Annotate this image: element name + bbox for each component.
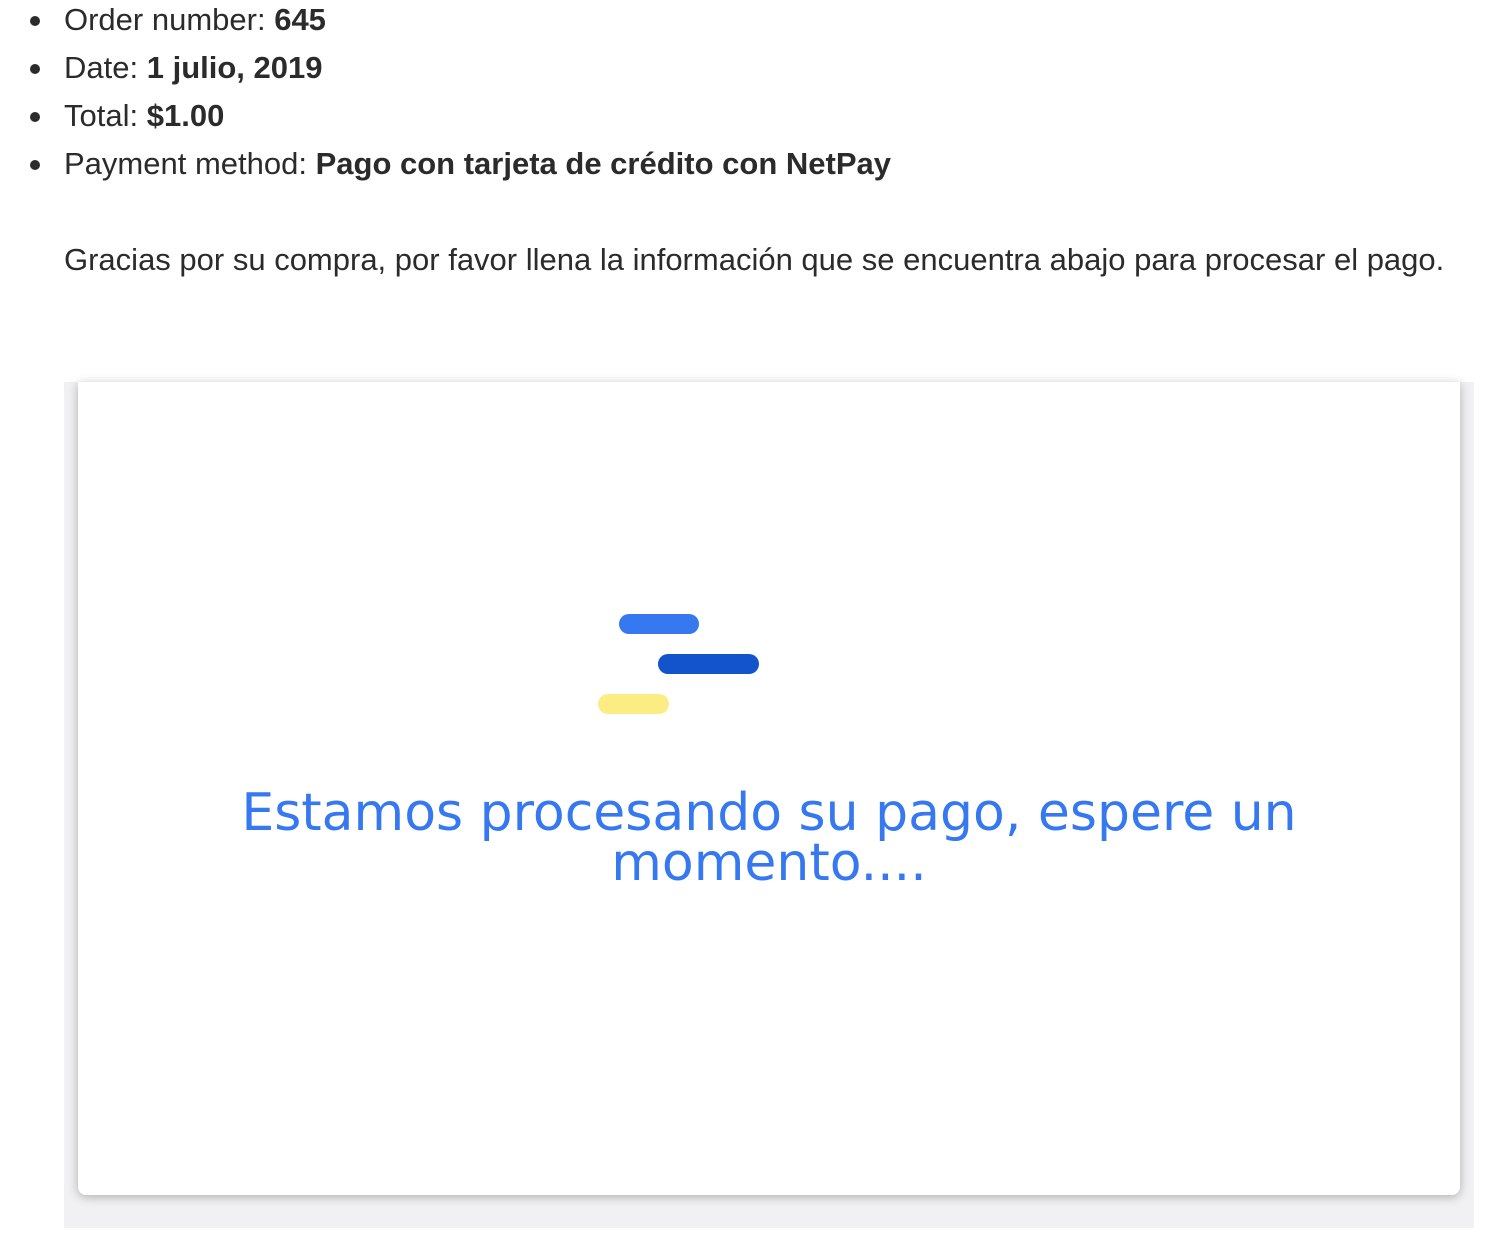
- processing-message: Estamos procesando su pago, espere un mo…: [241, 783, 1297, 893]
- thanks-message: Gracias por su compra, por favor llena l…: [64, 242, 1445, 277]
- bullet-icon: [30, 160, 40, 170]
- payment-iframe: Estamos procesando su pago, espere un mo…: [64, 382, 1474, 1228]
- order-date-label: Date:: [64, 50, 139, 85]
- payment-method-item: Payment method: Pago con tarjeta de créd…: [30, 144, 891, 192]
- loader-bar-middle: [658, 654, 759, 674]
- order-total-label: Total:: [64, 98, 139, 133]
- payment-card: Estamos procesando su pago, espere un mo…: [78, 382, 1460, 1195]
- order-date-value: 1 julio, 2019: [146, 50, 323, 85]
- payment-method-value: Pago con tarjeta de crédito con NetPay: [315, 146, 891, 181]
- payment-method-label: Payment method:: [64, 146, 307, 181]
- order-number-item: Order number: 645: [30, 0, 891, 48]
- order-total-value: $1.00: [146, 98, 225, 133]
- order-details-list: Order number: 645 Date: 1 julio, 2019 To…: [0, 0, 891, 192]
- bullet-icon: [30, 112, 40, 122]
- bullet-icon: [30, 64, 40, 74]
- loader-bar-top: [619, 614, 699, 634]
- bullet-icon: [30, 16, 40, 26]
- order-total-item: Total: $1.00: [30, 96, 891, 144]
- loader-bar-bottom: [598, 694, 669, 714]
- order-number-value: 645: [274, 2, 326, 37]
- order-number-label: Order number:: [64, 2, 266, 37]
- order-date-item: Date: 1 julio, 2019: [30, 48, 891, 96]
